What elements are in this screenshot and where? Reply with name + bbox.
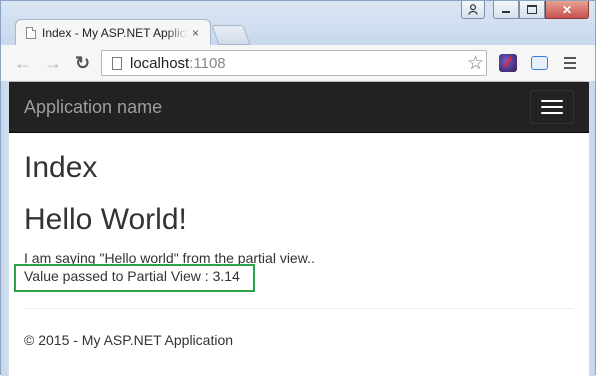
title-bar: ✕ Index - My ASP.NET Application × xyxy=(1,1,595,45)
menu-bar-icon xyxy=(541,112,563,114)
url-port: :1108 xyxy=(189,54,226,72)
close-icon: ✕ xyxy=(561,2,573,17)
menu-bar-icon xyxy=(541,106,563,108)
page-icon xyxy=(26,26,36,39)
maximize-button[interactable] xyxy=(519,1,545,19)
page-icon xyxy=(112,56,122,70)
user-profile-button[interactable] xyxy=(461,1,485,19)
window-border-left xyxy=(1,81,9,376)
forward-arrow-icon[interactable]: → xyxy=(44,53,62,73)
hello-heading: Hello World! xyxy=(24,203,187,236)
highlight-box xyxy=(14,264,255,292)
url-host: localhost xyxy=(130,54,190,72)
navbar-brand-link[interactable]: Application name xyxy=(24,97,162,118)
window-controls: ✕ xyxy=(461,1,589,21)
reload-icon[interactable]: ↻ xyxy=(75,53,90,73)
tab-title: Index - My ASP.NET Application xyxy=(42,25,188,40)
menu-bar-icon xyxy=(541,100,563,102)
divider xyxy=(24,308,574,309)
site-navbar: Application name xyxy=(9,82,589,133)
page-viewport: Application name Index Hello World! I am… xyxy=(9,82,589,376)
tab-close-icon[interactable]: × xyxy=(192,26,199,40)
browser-toolbar: ← → ↻ localhost:1108 ☆ xyxy=(1,45,595,82)
minimize-button[interactable] xyxy=(493,1,519,19)
hamburger-menu-icon[interactable] xyxy=(564,57,576,72)
close-window-button[interactable]: ✕ xyxy=(545,1,589,19)
page-footer: © 2015 - My ASP.NET Application xyxy=(24,332,234,348)
user-icon xyxy=(468,4,478,15)
bookmark-star-icon[interactable]: ☆ xyxy=(467,52,484,75)
extension-icon[interactable] xyxy=(499,54,517,72)
page-title: Index xyxy=(24,151,98,184)
new-tab-button[interactable] xyxy=(211,25,251,45)
maximize-icon xyxy=(527,5,537,14)
address-bar[interactable]: localhost:1108 ☆ xyxy=(101,50,487,76)
navbar-toggle-button[interactable] xyxy=(530,90,574,124)
cast-icon[interactable] xyxy=(531,56,548,70)
tab-index[interactable]: Index - My ASP.NET Application × xyxy=(15,19,211,45)
minimize-icon xyxy=(502,11,510,13)
browser-window: ✕ Index - My ASP.NET Application × ← → ↻… xyxy=(0,0,596,376)
back-arrow-icon[interactable]: ← xyxy=(14,53,32,73)
